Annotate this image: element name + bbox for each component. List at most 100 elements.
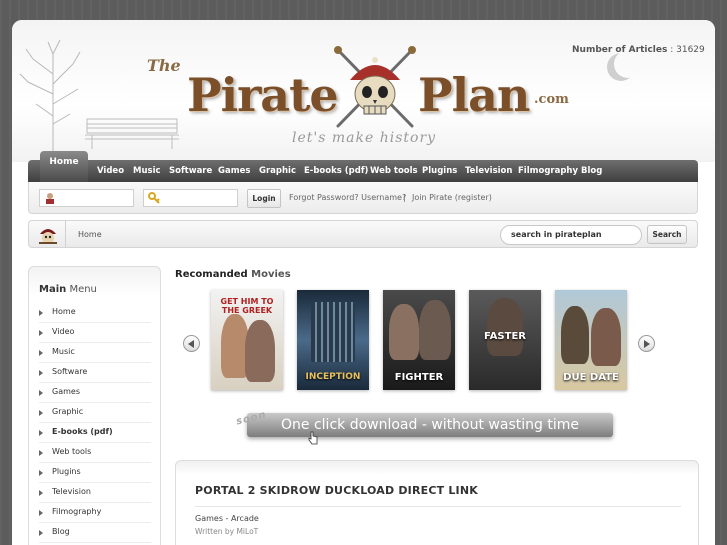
poster-figure	[561, 306, 589, 364]
username-input[interactable]	[39, 189, 134, 207]
poster-figure	[419, 300, 451, 360]
menu-item-music[interactable]: Music	[39, 343, 151, 363]
site-header: The Pirate Plan .com let's make history …	[12, 20, 715, 162]
nav-item-music[interactable]: Music	[133, 166, 161, 176]
arrow-right-icon	[39, 470, 43, 476]
skull-crossed-swords-logo	[334, 46, 416, 128]
main-menu-title-rest: Menu	[69, 284, 97, 295]
menu-item-label: E-books (pdf)	[52, 427, 113, 436]
post-divider	[195, 506, 681, 507]
nav-item-web-tools[interactable]: Web tools	[370, 166, 418, 176]
nav-item-blog[interactable]: Blog	[581, 166, 602, 176]
nav-item-filmography[interactable]: Filmography	[518, 166, 578, 176]
post-category[interactable]: Games - Arcade	[195, 514, 259, 523]
movie-poster-get-him-to-the-greek[interactable]: GET HIM TO THE GREEK	[211, 290, 283, 390]
nav-item-home[interactable]: Home	[40, 151, 88, 182]
breadcrumb-home[interactable]: Home	[78, 230, 102, 239]
logo-the-text: The	[147, 56, 181, 75]
login-link-separator: |	[403, 193, 406, 202]
logo-slogan: let's make history	[292, 130, 437, 146]
arrow-right-icon	[39, 430, 43, 436]
menu-item-label: Home	[52, 307, 76, 316]
breadcrumb-divider	[65, 221, 66, 247]
arrow-right-icon	[39, 330, 43, 336]
poster-city	[311, 302, 355, 362]
nav-item-ebooks[interactable]: E-books (pdf)	[304, 166, 368, 176]
poster-figure	[245, 320, 275, 382]
arrow-right-icon	[39, 490, 43, 496]
poster-title: FASTER	[484, 331, 526, 342]
recommended-title-bold: Recomanded	[175, 269, 248, 280]
movie-poster-fighter[interactable]: FIGHTER	[383, 290, 455, 390]
poster-title: GET HIM TO THE GREEK	[220, 297, 274, 315]
movie-poster-due-date[interactable]: DUE DATE	[555, 290, 627, 390]
arrow-right-icon	[39, 530, 43, 536]
main-menu-title-bold: Main	[39, 284, 67, 295]
menu-item-label: Video	[52, 327, 75, 336]
nav-item-television[interactable]: Television	[465, 166, 512, 176]
login-bar: Login Forgot Password? Username? | Join …	[28, 182, 698, 214]
menu-item-label: Games	[52, 387, 80, 396]
main-menu-title: Main Menu	[39, 284, 97, 295]
logo-plan-text: Plan	[418, 68, 530, 122]
poster-figure	[591, 308, 621, 366]
menu-item-filmography[interactable]: Filmography	[39, 503, 151, 523]
bench-illustration	[85, 118, 179, 149]
nav-item-games[interactable]: Games	[218, 166, 250, 176]
article-post: PORTAL 2 SKIDROW DUCKLOAD DIRECT LINK Ga…	[175, 460, 699, 545]
main-menu-sidebar: Main Menu Home Video Music Software Game…	[28, 266, 161, 545]
register-link[interactable]: Join Pirate (register)	[412, 193, 492, 202]
movie-poster-faster[interactable]: FASTER	[469, 290, 541, 390]
menu-item-label: Music	[52, 347, 75, 356]
menu-item-plugins[interactable]: Plugins	[39, 463, 151, 483]
menu-item-label: Plugins	[52, 467, 81, 476]
search-button[interactable]: Search	[647, 225, 687, 244]
poster-figure	[487, 298, 523, 356]
nav-item-graphic[interactable]: Graphic	[259, 166, 296, 176]
arrow-right-icon	[39, 390, 43, 396]
menu-item-games[interactable]: Games	[39, 383, 151, 403]
menu-item-home[interactable]: Home	[39, 303, 151, 323]
key-icon	[148, 192, 160, 204]
menu-item-label: Software	[52, 367, 88, 376]
menu-item-blog[interactable]: Blog	[39, 523, 151, 543]
breadcrumb-bar: Home search in pirateplan Search	[28, 220, 698, 248]
forgot-password-link[interactable]: Forgot Password? Username?	[289, 193, 406, 202]
arrow-right-icon	[39, 510, 43, 516]
menu-item-ebooks[interactable]: E-books (pdf)	[39, 423, 151, 443]
main-nav: Home Video Music Software Games Graphic …	[28, 151, 698, 182]
page-container: The Pirate Plan .com let's make history …	[12, 20, 715, 545]
menu-item-label: Filmography	[52, 507, 102, 516]
menu-item-label: Television	[52, 487, 91, 496]
arrow-right-icon	[39, 410, 43, 416]
nav-item-plugins[interactable]: Plugins	[422, 166, 457, 176]
recommended-movies-title: Recomanded Movies	[175, 269, 291, 280]
poster-title: INCEPTION	[305, 372, 361, 382]
carousel-prev-button[interactable]	[183, 335, 200, 352]
post-author: Written by MiLoT	[195, 527, 259, 536]
poster-title: FIGHTER	[394, 372, 444, 383]
carousel-next-button[interactable]	[638, 335, 655, 352]
password-input[interactable]	[143, 189, 238, 207]
poster-title: DUE DATE	[563, 372, 619, 383]
post-title[interactable]: PORTAL 2 SKIDROW DUCKLOAD DIRECT LINK	[195, 484, 478, 497]
menu-item-video[interactable]: Video	[39, 323, 151, 343]
menu-item-software[interactable]: Software	[39, 363, 151, 383]
nav-item-video[interactable]: Video	[97, 166, 124, 176]
moon-icon	[614, 50, 642, 78]
arrow-right-icon	[39, 450, 43, 456]
pirate-icon	[39, 229, 57, 244]
movie-poster-inception[interactable]: INCEPTION	[297, 290, 369, 390]
menu-item-web-tools[interactable]: Web tools	[39, 443, 151, 463]
menu-item-graphic[interactable]: Graphic	[39, 403, 151, 423]
login-button[interactable]: Login	[247, 189, 281, 208]
hand-cursor-icon	[308, 431, 318, 445]
tree-illustration	[19, 39, 81, 154]
nav-item-software[interactable]: Software	[169, 166, 212, 176]
arrow-right-icon	[39, 350, 43, 356]
one-click-download-banner[interactable]: One click download - without wasting tim…	[247, 413, 613, 437]
menu-item-television[interactable]: Television	[39, 483, 151, 503]
search-input[interactable]: search in pirateplan	[500, 225, 642, 245]
menu-item-label: Graphic	[52, 407, 84, 416]
article-count: Number of Articles : 31629	[572, 45, 705, 55]
